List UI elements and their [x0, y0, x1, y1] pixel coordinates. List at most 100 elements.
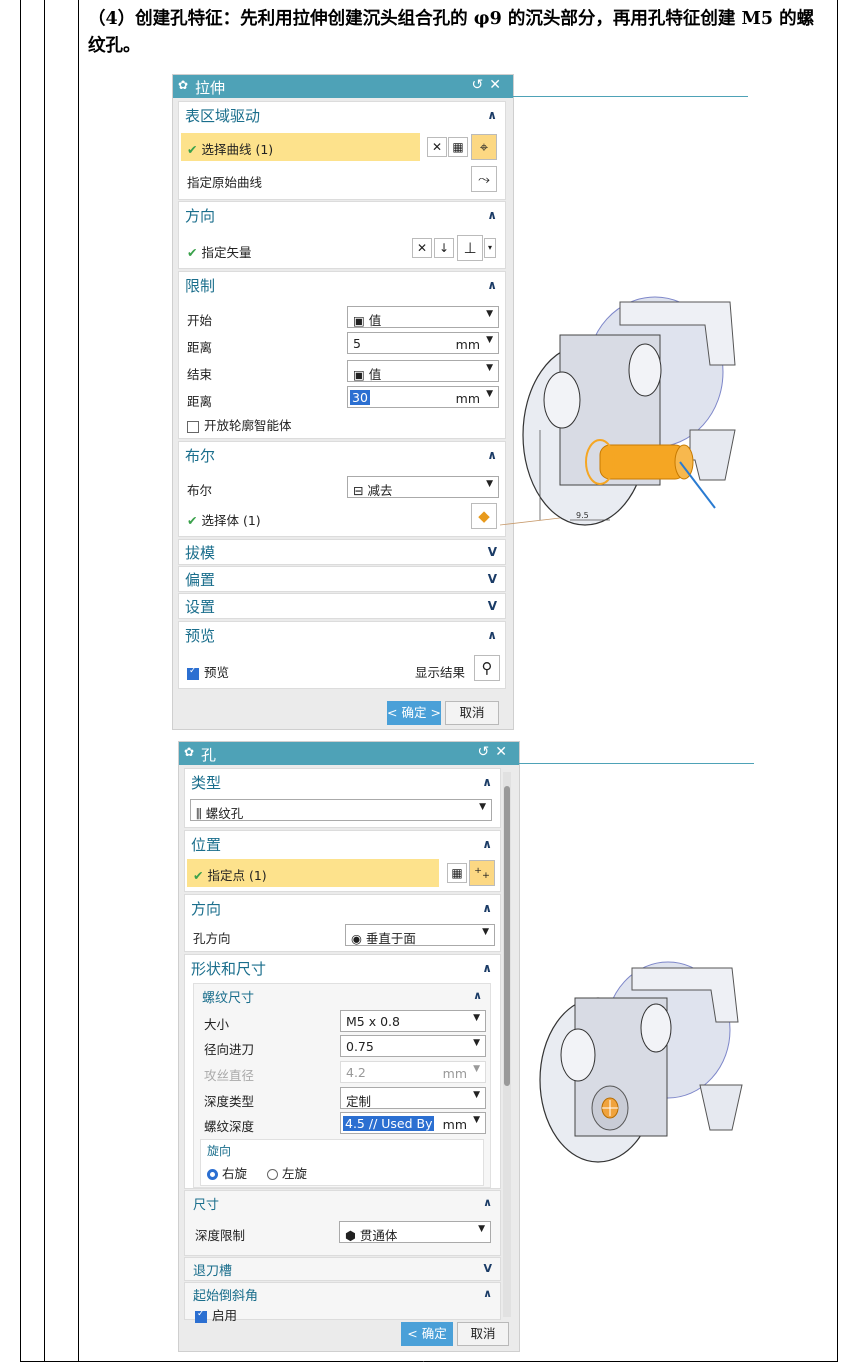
vector-icon[interactable]: ⊥: [457, 235, 483, 261]
reset-close-icons[interactable]: ↺✕: [472, 77, 507, 93]
end-combo[interactable]: ▣ 值 ▼: [347, 360, 499, 382]
section-header[interactable]: 布尔: [185, 445, 215, 466]
reverse-icon[interactable]: ✕: [412, 238, 432, 258]
open-profile-checkbox[interactable]: 开放轮廓智能体: [187, 415, 292, 434]
depth-limit-combo[interactable]: ⬢ 贯通体 ▼: [339, 1221, 491, 1243]
right-hand-radio[interactable]: 右旋: [207, 1163, 247, 1182]
chevron-up-icon[interactable]: ∧: [482, 901, 492, 915]
title-extension-line: [512, 96, 748, 97]
section-header[interactable]: 方向: [185, 205, 215, 226]
ok-button[interactable]: < 确定 >: [401, 1322, 453, 1365]
chevron-up-icon[interactable]: ∧: [487, 108, 497, 122]
start-combo[interactable]: ▣ 值 ▼: [347, 306, 499, 328]
section-header[interactable]: 形状和尺寸: [191, 958, 266, 979]
body-icon[interactable]: ◆: [471, 503, 497, 529]
section-offset[interactable]: 偏置 V: [178, 566, 506, 592]
thread-depth-input[interactable]: 4.5 // Used By mm ▼: [340, 1112, 486, 1134]
table-border-right: [837, 0, 838, 1362]
gear-icon[interactable]: ✿: [178, 78, 188, 92]
section-curve-icon[interactable]: ⌖: [471, 134, 497, 160]
model-view-hole[interactable]: [520, 960, 760, 1170]
section-header[interactable]: 尺寸: [193, 1194, 219, 1213]
chevron-up-icon[interactable]: ∧: [483, 1287, 492, 1300]
section-start-chamfer: 起始倒斜角 ∧ 启用: [184, 1282, 501, 1323]
enable-checkbox[interactable]: 启用: [195, 1305, 237, 1324]
select-body-label: ✔ 选择体 (1): [187, 513, 261, 528]
through-body-icon: ⬢ 贯通体: [345, 1228, 398, 1243]
chevron-up-icon[interactable]: ∧: [487, 208, 497, 222]
chevron-up-icon[interactable]: ∧: [487, 278, 497, 292]
start-label: 开始: [187, 313, 213, 328]
preview-checkbox[interactable]: 预览: [187, 662, 229, 681]
hole-type-combo[interactable]: ⫼ 螺纹孔 ▼: [190, 799, 492, 821]
title-extension-line: [518, 763, 754, 764]
table-border-left: [20, 0, 21, 1362]
scrollbar[interactable]: [503, 772, 511, 1317]
cancel-button[interactable]: 取消: [445, 701, 499, 725]
distance2-label: 距离: [187, 394, 213, 409]
chevron-down-icon[interactable]: V: [488, 545, 497, 559]
section-header[interactable]: 位置: [191, 834, 221, 855]
specify-point-label: ✔ 指定点 (1): [193, 868, 267, 883]
cancel-button[interactable]: 取消: [457, 1322, 509, 1346]
chevron-down-icon[interactable]: V: [483, 1262, 492, 1275]
chevron-up-icon[interactable]: ∧: [482, 837, 492, 851]
check-icon: ✔: [187, 142, 198, 157]
chevron-up-icon[interactable]: ∧: [482, 961, 492, 975]
sketch-icon[interactable]: ▦: [447, 863, 467, 883]
left-hand-radio[interactable]: 左旋: [267, 1163, 307, 1182]
point-icon[interactable]: ⁺₊: [469, 860, 495, 886]
radial-engage-label: 径向进刀: [204, 1042, 255, 1057]
size-label: 大小: [204, 1017, 230, 1032]
section-header[interactable]: 起始倒斜角: [193, 1285, 258, 1304]
section-boolean: 布尔 ∧ 布尔 ⊟ 减去 ▼ ✔ 选择体 (1) ◆: [178, 441, 506, 537]
check-icon: ✔: [187, 513, 198, 528]
model-view-extrude[interactable]: 9.5: [500, 290, 750, 550]
section-position: 位置 ∧ ✔ 指定点 (1) ▦ ⁺₊: [184, 830, 501, 892]
hole-direction-combo[interactable]: ◉ 垂直于面 ▼: [345, 924, 495, 946]
hole-title-bar[interactable]: ✿ 孔 ↺✕: [179, 742, 519, 765]
chevron-down-icon[interactable]: V: [488, 572, 497, 586]
curve-rule-icon[interactable]: ✕: [427, 137, 447, 157]
subtract-icon: ⊟ 减去: [353, 483, 393, 498]
section-preview: 预览 ∧ 预览 显示结果 ⚲: [178, 621, 506, 689]
chevron-down-icon[interactable]: ▾: [484, 238, 496, 258]
distance1-input[interactable]: 5 mm ▼: [347, 332, 499, 354]
depth-type-label: 深度类型: [204, 1094, 255, 1109]
sketch-icon[interactable]: ▦: [448, 137, 468, 157]
reset-close-icons[interactable]: ↺✕: [478, 744, 513, 760]
section-header[interactable]: 方向: [191, 898, 221, 919]
table-border-col1: [44, 0, 45, 1362]
section-header[interactable]: 预览: [185, 625, 215, 646]
size-combo[interactable]: M5 x 0.8 ▼: [340, 1010, 486, 1032]
chevron-down-icon[interactable]: V: [488, 599, 497, 613]
check-icon: ✔: [193, 868, 204, 883]
chevron-up-icon[interactable]: ∧: [473, 989, 482, 1002]
depth-type-combo[interactable]: 定制 ▼: [340, 1087, 486, 1109]
bool-combo[interactable]: ⊟ 减去 ▼: [347, 476, 499, 498]
section-shape-size: 形状和尺寸 ∧ 螺纹尺寸 ∧ 大小 M5 x 0.8 ▼ 径向进刀 0.75 ▼ 攻…: [184, 954, 501, 1189]
origin-curve-label: 指定原始曲线: [187, 175, 263, 190]
thread-depth-label: 螺纹深度: [204, 1119, 255, 1134]
section-relief[interactable]: 退刀槽 V: [184, 1257, 501, 1281]
vector-dialog-icon[interactable]: ↓: [434, 238, 454, 258]
section-settings[interactable]: 设置 V: [178, 593, 506, 619]
hole-direction-label: 孔方向: [193, 931, 231, 946]
section-header[interactable]: 表区域驱动: [185, 105, 260, 126]
ok-button[interactable]: < 确定 >: [387, 701, 441, 725]
chevron-up-icon[interactable]: ∧: [487, 448, 497, 462]
distance2-input[interactable]: 30 mm ▼: [347, 386, 499, 408]
section-header[interactable]: 类型: [191, 772, 221, 793]
subsection-header[interactable]: 螺纹尺寸: [202, 987, 254, 1006]
section-header[interactable]: 限制: [185, 275, 215, 296]
radial-engage-combo[interactable]: 0.75 ▼: [340, 1035, 486, 1057]
chevron-up-icon[interactable]: ∧: [482, 775, 492, 789]
extrude-title-bar[interactable]: ✿ 拉伸 ↺✕: [173, 75, 513, 98]
origin-curve-icon[interactable]: ⤳: [471, 166, 497, 192]
gear-icon[interactable]: ✿: [184, 745, 194, 759]
depth-limit-label: 深度限制: [195, 1228, 246, 1243]
chevron-up-icon[interactable]: ∧: [487, 628, 497, 642]
chevron-up-icon[interactable]: ∧: [483, 1196, 492, 1209]
magnifier-icon[interactable]: ⚲: [474, 655, 500, 681]
section-draft[interactable]: 拔模 V: [178, 539, 506, 565]
